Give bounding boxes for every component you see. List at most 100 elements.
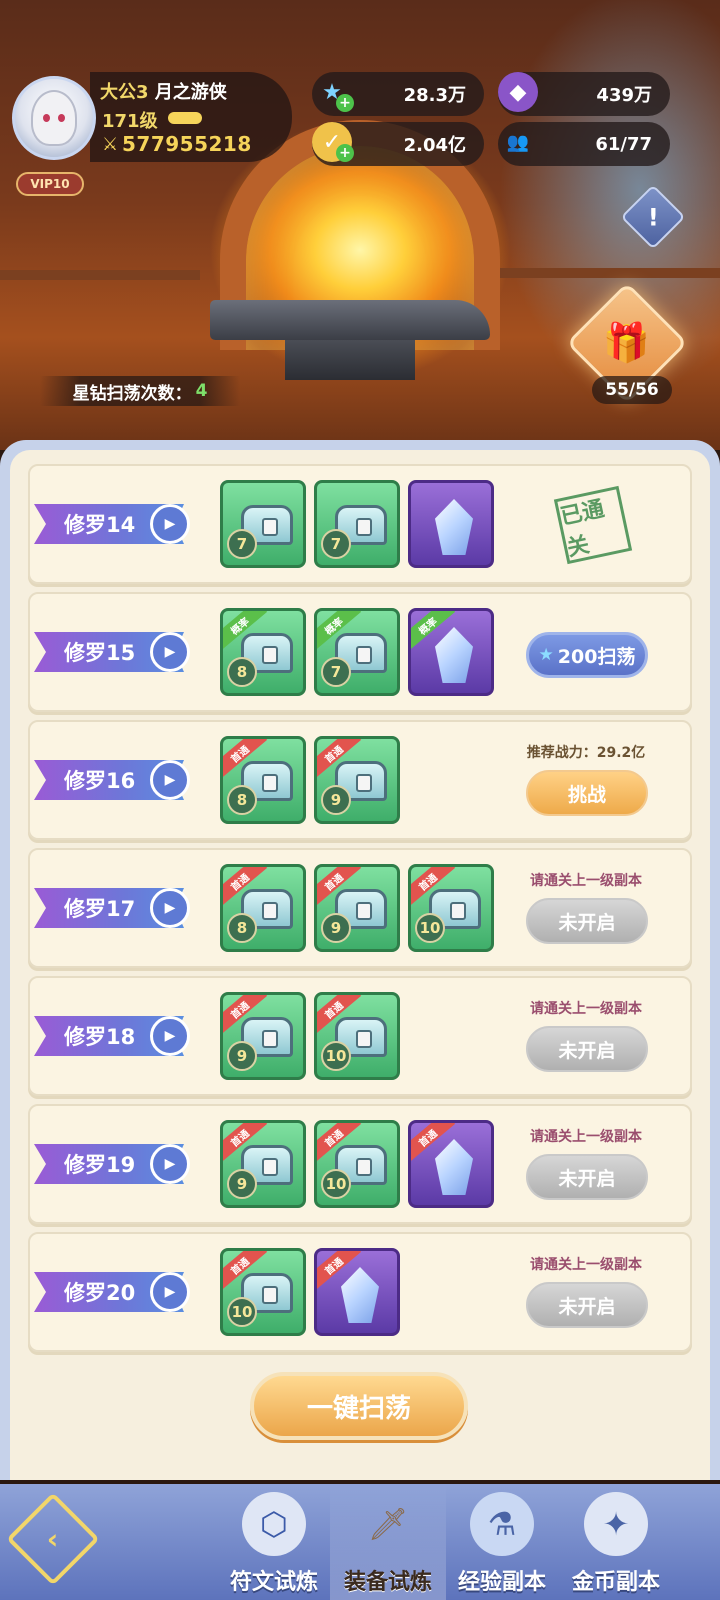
reward-crystal[interactable] <box>408 480 494 568</box>
tab-label: 经验副本 <box>457 1570 546 1595</box>
gold-value: 2.04亿 <box>403 135 466 156</box>
gift-progress: 55/56 <box>592 376 672 404</box>
reward-quantity: 8 <box>227 785 257 815</box>
crystal-icon <box>435 1139 473 1195</box>
locked-button[interactable]: 未开启 <box>526 1282 648 1328</box>
stage-note: 请通关上一级副本 <box>530 873 642 889</box>
reward-chest[interactable]: 8 首通 <box>220 736 306 824</box>
play-icon[interactable]: ▶ <box>150 760 190 800</box>
stage-row: 修罗20 ▶ 10 首通 首通 请通关上一级副本 未开启 <box>28 1232 692 1352</box>
tab-rune-trial[interactable]: ⬡ 符文试炼 <box>216 1484 332 1600</box>
tab-label: 装备试炼 <box>343 1570 432 1595</box>
stage-row: 修罗15 ▶ 8 概率 7 概率 概率 ★ 200扫荡 <box>28 592 692 712</box>
play-icon[interactable]: ▶ <box>150 632 190 672</box>
shelf-left <box>0 270 200 280</box>
tab-exp-dungeon[interactable]: ⚗ 经验副本 <box>444 1484 560 1600</box>
sword-icon: 🗡 <box>367 1505 409 1543</box>
add-star-diamond-icon[interactable]: + <box>336 94 354 112</box>
avatar-portrait <box>31 90 77 146</box>
reward-chest[interactable]: 7 概率 <box>314 608 400 696</box>
reward-quantity: 7 <box>321 657 351 687</box>
reward-chest[interactable]: 10 首通 <box>314 992 400 1080</box>
reward-quantity: 10 <box>321 1041 351 1071</box>
crystal-icon <box>435 627 473 683</box>
player-name: 大公3 月之游侠 <box>100 78 227 104</box>
reward-chest[interactable]: 8 概率 <box>220 608 306 696</box>
stage-row: 修罗14 ▶ 7 7 已通关 <box>28 464 692 584</box>
reward-chest[interactable]: 8 首通 <box>220 864 306 952</box>
reward-chest[interactable]: 10 首通 <box>408 864 494 952</box>
bottom-nav: ‹ ⬡ 符文试炼 🗡 装备试炼 ⚗ 经验副本 ✦ 金币副本 <box>0 1484 720 1600</box>
anvil-base <box>285 340 415 380</box>
reward-quantity: 8 <box>227 657 257 687</box>
reward-chest[interactable]: 7 <box>314 480 400 568</box>
tab-gold-dungeon[interactable]: ✦ 金币副本 <box>558 1484 674 1600</box>
coin-icon: ✦ <box>584 1492 648 1556</box>
sweep-button-label: 200扫荡 <box>557 645 636 668</box>
reward-chest[interactable]: 9 首通 <box>314 736 400 824</box>
stage-row: 修罗18 ▶ 9 首通 10 首通 请通关上一级副本 未开启 <box>28 976 692 1096</box>
reward-quantity: 10 <box>415 913 445 943</box>
reward-crystal[interactable]: 首通 <box>408 1120 494 1208</box>
play-icon[interactable]: ▶ <box>150 1144 190 1184</box>
stage-note: 请通关上一级副本 <box>530 1257 642 1273</box>
reward-quantity: 9 <box>321 913 351 943</box>
star-diamond-value: 28.3万 <box>403 85 466 106</box>
reward-crystal[interactable]: 首通 <box>314 1248 400 1336</box>
reward-quantity: 10 <box>321 1169 351 1199</box>
exclamation-icon: ! <box>647 202 659 231</box>
sweep-button[interactable]: ★ 200扫荡 <box>526 632 648 678</box>
vip-badge[interactable]: VIP10 <box>16 172 84 196</box>
reward-quantity: 9 <box>321 785 351 815</box>
anvil <box>210 300 490 340</box>
reward-chest[interactable]: 10 首通 <box>314 1120 400 1208</box>
play-icon[interactable]: ▶ <box>150 1272 190 1312</box>
level-progress-bar <box>168 112 202 124</box>
sweep-all-button[interactable]: 一键扫荡 <box>250 1372 468 1440</box>
play-icon[interactable]: ▶ <box>150 888 190 928</box>
reward-quantity: 7 <box>321 529 351 559</box>
reward-chest[interactable]: 7 <box>220 480 306 568</box>
player-name-tag: 大公3 <box>100 82 149 103</box>
people-icon: 👥 <box>506 131 530 153</box>
reward-quantity: 8 <box>227 913 257 943</box>
reward-quantity: 7 <box>227 529 257 559</box>
tab-equipment-trial[interactable]: 🗡 装备试炼 <box>330 1484 446 1600</box>
add-gold-icon[interactable]: + <box>336 144 354 162</box>
rune-icon: ⬡ <box>242 1492 306 1556</box>
reward-quantity: 9 <box>227 1169 257 1199</box>
back-arrow-icon: ‹ <box>47 1522 59 1556</box>
locked-button[interactable]: 未开启 <box>526 898 648 944</box>
stage-note: 请通关上一级副本 <box>530 1129 642 1145</box>
stage-row: 修罗16 ▶ 8 首通 9 首通 推荐战力：29.2亿 挑战 <box>28 720 692 840</box>
play-icon[interactable]: ▶ <box>150 504 190 544</box>
reward-chest[interactable]: 9 首通 <box>220 1120 306 1208</box>
reward-chest[interactable]: 9 首通 <box>220 992 306 1080</box>
tab-label: 符文试炼 <box>229 1570 318 1595</box>
crystal-icon <box>341 1267 379 1323</box>
purple-currency-value: 439万 <box>596 85 652 106</box>
tab-label: 金币副本 <box>571 1570 660 1595</box>
back-button[interactable]: ‹ <box>6 1492 100 1586</box>
locked-button[interactable]: 未开启 <box>526 1026 648 1072</box>
crossed-swords-icon: ⚔ <box>102 134 119 155</box>
play-icon[interactable]: ▶ <box>150 1016 190 1056</box>
stage-note: 推荐战力：29.2亿 <box>526 745 646 761</box>
avatar[interactable] <box>12 76 96 160</box>
reward-chest[interactable]: 9 首通 <box>314 864 400 952</box>
player-name-text: 月之游侠 <box>154 82 227 103</box>
shelf-right <box>500 268 720 278</box>
members-value: 61/77 <box>595 133 652 155</box>
sweep-count-label: 星钻扫荡次数： <box>72 383 192 404</box>
challenge-button[interactable]: 挑战 <box>526 770 648 816</box>
cleared-stamp: 已通关 <box>553 485 633 565</box>
reward-quantity: 9 <box>227 1041 257 1071</box>
sweep-count-banner: 星钻扫荡次数： 4 <box>40 376 240 406</box>
player-level: 171级 <box>102 111 158 132</box>
stage-row: 修罗17 ▶ 8 首通 9 首通 10 首通 请通关上一级副本 未开启 <box>28 848 692 968</box>
reward-chest[interactable]: 10 首通 <box>220 1248 306 1336</box>
stage-row: 修罗19 ▶ 9 首通 10 首通 首通 请通关上一级副本 未开启 <box>28 1104 692 1224</box>
locked-button[interactable]: 未开启 <box>526 1154 648 1200</box>
reward-crystal[interactable]: 概率 <box>408 608 494 696</box>
reward-quantity: 10 <box>227 1297 257 1327</box>
